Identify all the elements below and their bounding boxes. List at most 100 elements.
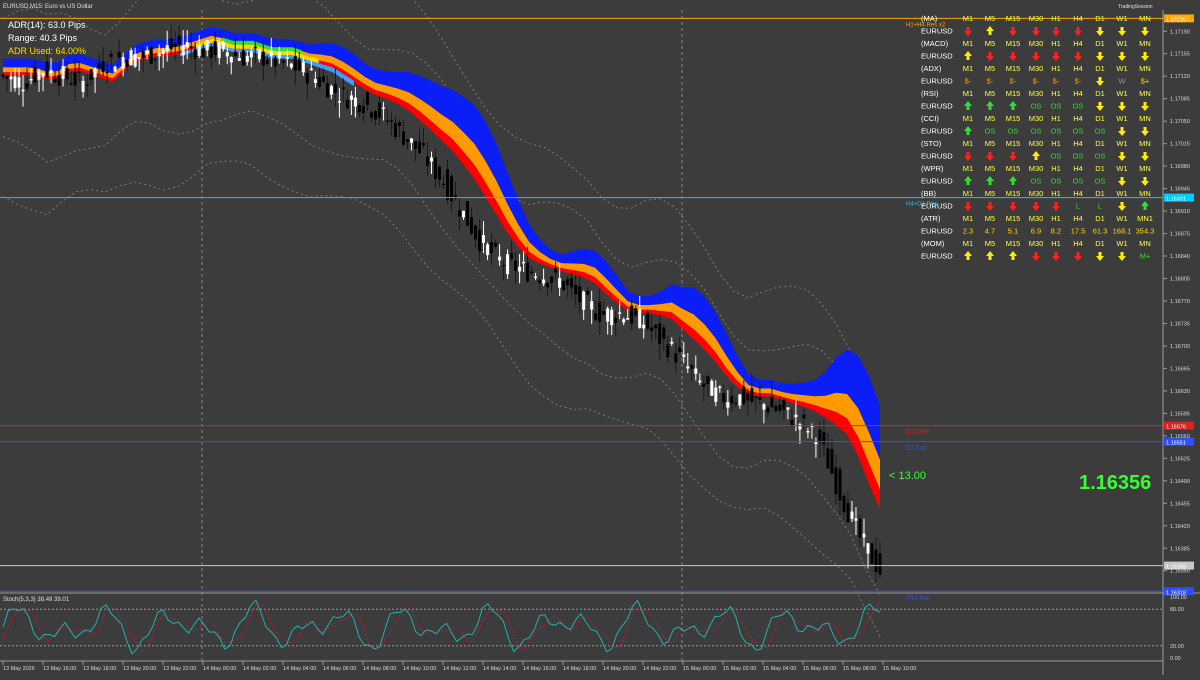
timeframe-header: H1 (1051, 139, 1061, 148)
timeframe-header: H1 (1051, 64, 1061, 73)
signal-cell: OS (1051, 127, 1062, 136)
timeframe-header: M30 (1029, 164, 1044, 173)
signal-cell: OS (1008, 127, 1019, 136)
timeframe-header: W1 (1116, 114, 1127, 123)
y-tick-label: 1.16945 (1170, 187, 1190, 193)
timeframe-header: H4 (1073, 189, 1083, 198)
bull-candle (762, 404, 766, 410)
bear-candle (173, 43, 177, 47)
bear-candle (490, 241, 494, 254)
timeframe-header: M30 (1029, 239, 1044, 248)
timeframe-header: M5 (985, 139, 995, 148)
bear-candle (690, 365, 694, 369)
bear-candle (602, 311, 606, 315)
y-tick-label: 1.16805 (1170, 277, 1190, 283)
bear-candle (842, 496, 846, 513)
signal-cell: OS (1051, 152, 1062, 161)
bull-candle (738, 394, 742, 406)
bear-candle (305, 72, 309, 84)
signal-cell: OS (1095, 127, 1106, 136)
timeframe-header: H4 (1073, 239, 1083, 248)
bear-candle (169, 38, 173, 49)
bear-candle (502, 265, 506, 267)
y-tick-label: 1.16840 (1170, 254, 1190, 260)
bull-candle (41, 72, 45, 77)
bear-candle (85, 84, 89, 86)
x-tick-label: 13 May 22:00 (163, 666, 196, 672)
bear-candle (65, 68, 69, 80)
symbol-label: EURUSD (921, 102, 953, 111)
bear-candle (658, 323, 662, 344)
adr-text: ADR(14): 63.0 Pips (8, 20, 86, 30)
bear-candle (109, 53, 113, 58)
bull-candle (714, 387, 718, 402)
timeframe-header: M15 (1006, 39, 1021, 48)
timeframe-header: M30 (1029, 89, 1044, 98)
signal-cell: OS (1073, 177, 1084, 186)
bull-candle (718, 386, 722, 388)
signal-cell: 4.7 (985, 227, 995, 236)
timeframe-header: D1 (1095, 114, 1105, 123)
bull-candle (506, 254, 510, 275)
signal-cell: L (1076, 202, 1080, 211)
bear-candle (73, 72, 77, 86)
bull-candle (482, 234, 486, 243)
bear-candle (830, 449, 834, 474)
y-tick-label: 1.16980 (1170, 164, 1190, 170)
bull-candle (161, 49, 165, 55)
timeframe-header: M15 (1006, 139, 1021, 148)
y-tick-label: 1.17210 (1170, 16, 1190, 22)
bear-candle (418, 141, 422, 154)
x-tick-label: 14 May 20:00 (603, 666, 636, 672)
timeframe-header: M1 (963, 164, 973, 173)
bull-candle (13, 76, 17, 89)
y-tick-label: 1.17190 (1170, 29, 1190, 35)
bear-candle (766, 407, 770, 413)
bull-candle (185, 42, 189, 47)
timeframe-header: M1 (963, 214, 973, 223)
timeframe-header: MN (1139, 139, 1151, 148)
bear-candle (45, 61, 49, 78)
bear-candle (678, 347, 682, 353)
bear-candle (369, 112, 373, 118)
x-tick-label: 14 May 06:00 (323, 666, 356, 672)
bear-candle (466, 200, 470, 226)
signal-cell: 354.3 (1136, 227, 1155, 236)
y-tick-label: 1.16735 (1170, 322, 1190, 328)
bull-candle (854, 518, 858, 521)
timeframe-header: M1 (963, 14, 973, 23)
bull-candle (329, 85, 333, 95)
bull-candle (462, 210, 466, 218)
symbol-label: EURUSD (921, 127, 953, 136)
bull-candle (61, 65, 65, 79)
signal-cell: OS (1031, 127, 1042, 136)
bear-candle (5, 75, 9, 79)
bear-candle (662, 327, 666, 339)
bull-candle (217, 42, 221, 58)
signal-cell: $- (1010, 77, 1017, 86)
bear-candle (97, 63, 101, 69)
bear-candle (105, 71, 109, 74)
bear-candle (594, 313, 598, 320)
bear-candle (746, 392, 750, 401)
timeframe-header: W1 (1116, 14, 1127, 23)
indicator-label: (MACD) (921, 39, 949, 48)
timeframe-header: M5 (985, 114, 995, 123)
timeframe-header: W1 (1116, 39, 1127, 48)
bull-candle (638, 309, 642, 328)
bull-candle (277, 51, 281, 59)
symbol-label: EURUSD (921, 52, 953, 61)
bull-candle (181, 45, 185, 56)
x-tick-label: 15 May 08:00 (843, 666, 876, 672)
bear-candle (317, 76, 321, 87)
bull-candle (430, 157, 434, 162)
bear-candle (510, 252, 514, 259)
bull-candle (121, 56, 125, 69)
signal-cell: OS (1073, 102, 1084, 111)
timeframe-header: D1 (1095, 64, 1105, 73)
bull-candle (686, 366, 690, 369)
timeframe-header: M30 (1029, 39, 1044, 48)
timeframe-header: M5 (985, 189, 995, 198)
bear-candle (742, 386, 746, 404)
bull-candle (249, 51, 253, 58)
